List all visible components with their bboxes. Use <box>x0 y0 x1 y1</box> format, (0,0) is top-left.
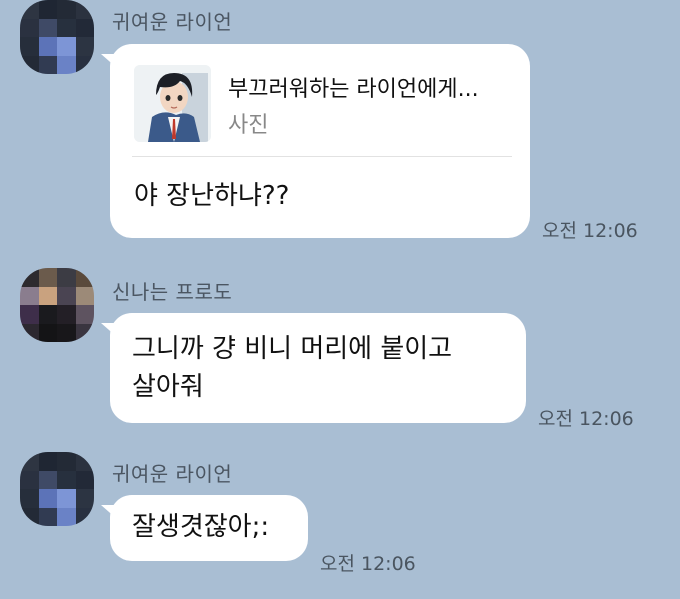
shared-photo-title: 부끄러워하는 라이언에게... <box>228 77 479 102</box>
message-line: 그니까 걍 비니 머리에 붙이고 <box>132 334 453 364</box>
sender-name: 신나는 프로도 <box>112 280 233 304</box>
shared-photo-bubble[interactable]: 부끄러워하는 라이언에게... 사진 야 장난하냐?? <box>101 44 530 238</box>
avatar[interactable] <box>20 268 94 342</box>
message-line: 살아줘 <box>132 372 204 402</box>
shared-photo-thumbnail[interactable] <box>134 65 211 142</box>
message-time: 오전 12:06 <box>320 553 416 575</box>
sender-name: 귀여운 라이언 <box>112 10 233 34</box>
message-text: 야 장난하냐?? <box>134 181 290 211</box>
message-time: 오전 12:06 <box>542 220 638 242</box>
message-bubble[interactable]: 그니까 걍 비니 머리에 붙이고 살아줘 <box>101 313 526 423</box>
bubble-tail <box>101 323 117 337</box>
shared-photo-subtitle: 사진 <box>228 113 269 138</box>
bubble-tail <box>101 54 117 68</box>
message-text: 잘생겻잖아;: <box>132 512 270 542</box>
message-time: 오전 12:06 <box>538 408 634 430</box>
sender-name: 귀여운 라이언 <box>112 462 233 486</box>
anime-boy-thumbnail <box>134 65 211 142</box>
bubble-tail <box>101 505 117 519</box>
message-bubble[interactable]: 잘생겻잖아;: <box>101 495 308 561</box>
chat-room: 귀여운 라이언 부끄러워하는 라이언에게... 사진 야 장난하냐?? 오전 1… <box>0 0 680 599</box>
avatar[interactable] <box>20 452 94 526</box>
avatar[interactable] <box>20 0 94 74</box>
divider <box>132 156 512 157</box>
